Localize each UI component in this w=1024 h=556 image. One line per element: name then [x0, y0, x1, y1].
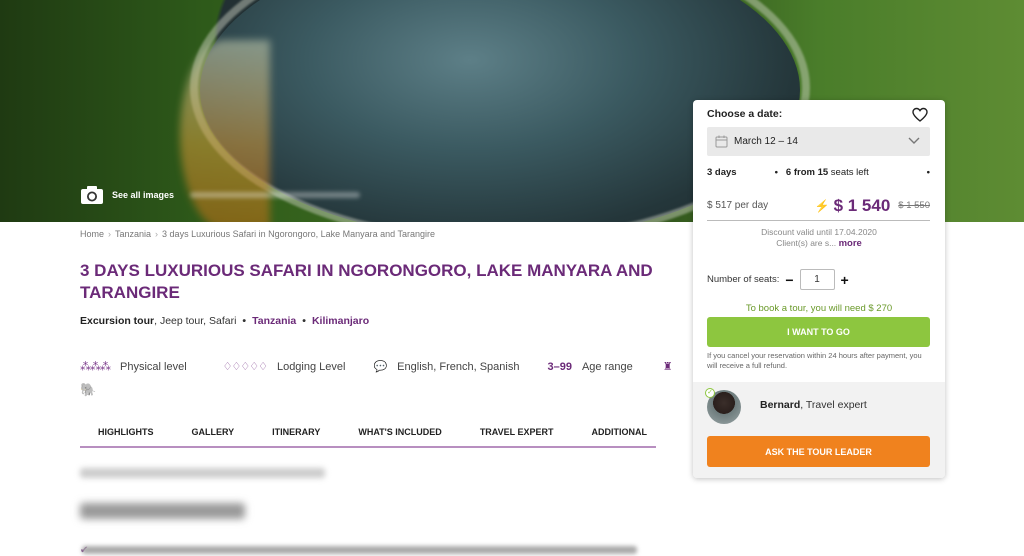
- more-link[interactable]: more: [839, 238, 862, 249]
- tour-features: ⁂⁂⁂ Physical level ♢♢♢♢♢ Lodging Level 💬…: [80, 360, 673, 374]
- blurred-caption: [190, 192, 361, 198]
- expert-name-value[interactable]: Bernard: [760, 399, 800, 411]
- increase-seats-button[interactable]: +: [841, 273, 849, 287]
- expert-role: , Travel expert: [800, 399, 867, 411]
- see-all-images-label: See all images: [112, 190, 175, 200]
- tab-itinerary[interactable]: ITINERARY: [252, 420, 338, 446]
- decrease-seats-button[interactable]: −: [785, 273, 793, 287]
- breadcrumb-home[interactable]: Home: [80, 229, 104, 239]
- tour-type-rest: , Jeep tour, Safari: [154, 315, 237, 327]
- seats-label: Number of seats:: [707, 274, 780, 285]
- tour-tabs: HIGHLIGHTS GALLERY ITINERARY WHAT'S INCL…: [80, 420, 656, 448]
- calendar-icon: [715, 135, 728, 148]
- physical-level-icon: ⁂⁂⁂: [80, 361, 111, 373]
- bullet-icon: •: [926, 167, 930, 178]
- avatar[interactable]: ✓: [705, 388, 741, 424]
- bullet-icon: •: [302, 315, 306, 327]
- languages-value: English, French, Spanish: [397, 360, 520, 373]
- lodging-level-label: Lodging Level: [276, 360, 346, 373]
- breadcrumb-country[interactable]: Tanzania: [115, 229, 151, 239]
- heart-icon[interactable]: [912, 107, 928, 123]
- tab-travel-expert[interactable]: TRAVEL EXPERT: [460, 420, 572, 446]
- blurred-heading: [80, 503, 245, 519]
- tour-duration-row: 3 days • 6 from 15 seats left •: [707, 167, 930, 178]
- bullet-icon: •: [242, 315, 247, 327]
- blurred-notice: [80, 468, 325, 478]
- lodging-level-icon: ♢♢♢♢♢: [222, 361, 268, 373]
- animal-icon: 🐘: [80, 382, 97, 397]
- tab-highlights[interactable]: HIGHLIGHTS: [80, 420, 172, 446]
- refund-note: If you cancel your reservation within 24…: [707, 351, 922, 370]
- age-range-value: 3–99: [547, 360, 572, 373]
- physical-level-label: Physical level: [120, 360, 187, 373]
- family-icon: ♜: [662, 361, 673, 373]
- date-value: March 12 – 14: [734, 136, 798, 147]
- seats-selector: Number of seats: − 1 +: [707, 269, 849, 290]
- breadcrumb-separator: ›: [155, 229, 159, 239]
- tab-additional[interactable]: ADDITIONAL: [572, 420, 666, 446]
- price-row: $ 517 per day ⚡ $ 1 540 $ 1 550: [707, 191, 930, 221]
- region-link[interactable]: Kilimanjaro: [312, 315, 369, 327]
- lightning-icon: ⚡: [814, 198, 830, 213]
- country-link[interactable]: Tanzania: [252, 315, 296, 327]
- date-select[interactable]: March 12 – 14: [707, 127, 930, 156]
- expert-name: Bernard, Travel expert: [760, 399, 867, 411]
- breadcrumb-separator: ›: [108, 229, 112, 239]
- chevron-down-icon: [908, 137, 920, 144]
- tab-whats-included[interactable]: WHAT'S INCLUDED: [338, 420, 459, 446]
- language-icon: 💬: [373, 361, 388, 373]
- seats-from-value: 6 from 15: [785, 167, 829, 178]
- choose-date-label: Choose a date:: [707, 108, 783, 120]
- verified-icon: ✓: [705, 388, 715, 398]
- breadcrumb: Home › Tanzania › 3 days Luxurious Safar…: [80, 229, 435, 239]
- total-price: $ 1 540: [833, 195, 891, 215]
- old-price: $ 1 550: [898, 200, 930, 211]
- discount-info: Discount valid until 17.04.2020 Client(s…: [693, 227, 945, 249]
- clients-text: Client(s) are s...: [776, 238, 837, 248]
- discount-valid-text: Discount valid until 17.04.2020: [761, 227, 877, 237]
- tour-meta: Excursion tour, Jeep tour, Safari • Tanz…: [80, 315, 369, 327]
- seats-input[interactable]: 1: [799, 269, 835, 290]
- tour-type-strong: Excursion tour: [80, 315, 155, 327]
- want-to-go-button[interactable]: I WANT TO GO: [707, 317, 930, 347]
- tab-gallery[interactable]: GALLERY: [172, 420, 253, 446]
- deposit-note: To book a tour, you will need $ 270: [745, 303, 893, 314]
- per-day-price: $ 517 per day: [707, 200, 769, 211]
- booking-card: Choose a date: March 12 – 14 3 days • 6 …: [693, 100, 945, 478]
- breadcrumb-current: 3 days Luxurious Safari in Ngorongoro, L…: [162, 229, 436, 239]
- seats-left-label: seats left: [830, 167, 869, 178]
- ask-tour-leader-button[interactable]: ASK THE TOUR LEADER: [707, 436, 930, 467]
- camera-icon: [81, 186, 103, 204]
- page-title: 3 days Luxurious Safari in Ngorongoro, L…: [80, 261, 653, 302]
- age-range-label: Age range: [581, 360, 633, 373]
- days-value: 3 days: [707, 167, 737, 178]
- see-all-images-link[interactable]: See all images: [80, 185, 361, 205]
- bullet-icon: •: [774, 167, 778, 178]
- travel-expert-section: ✓ Bernard, Travel expert ASK THE TOUR LE…: [693, 382, 945, 478]
